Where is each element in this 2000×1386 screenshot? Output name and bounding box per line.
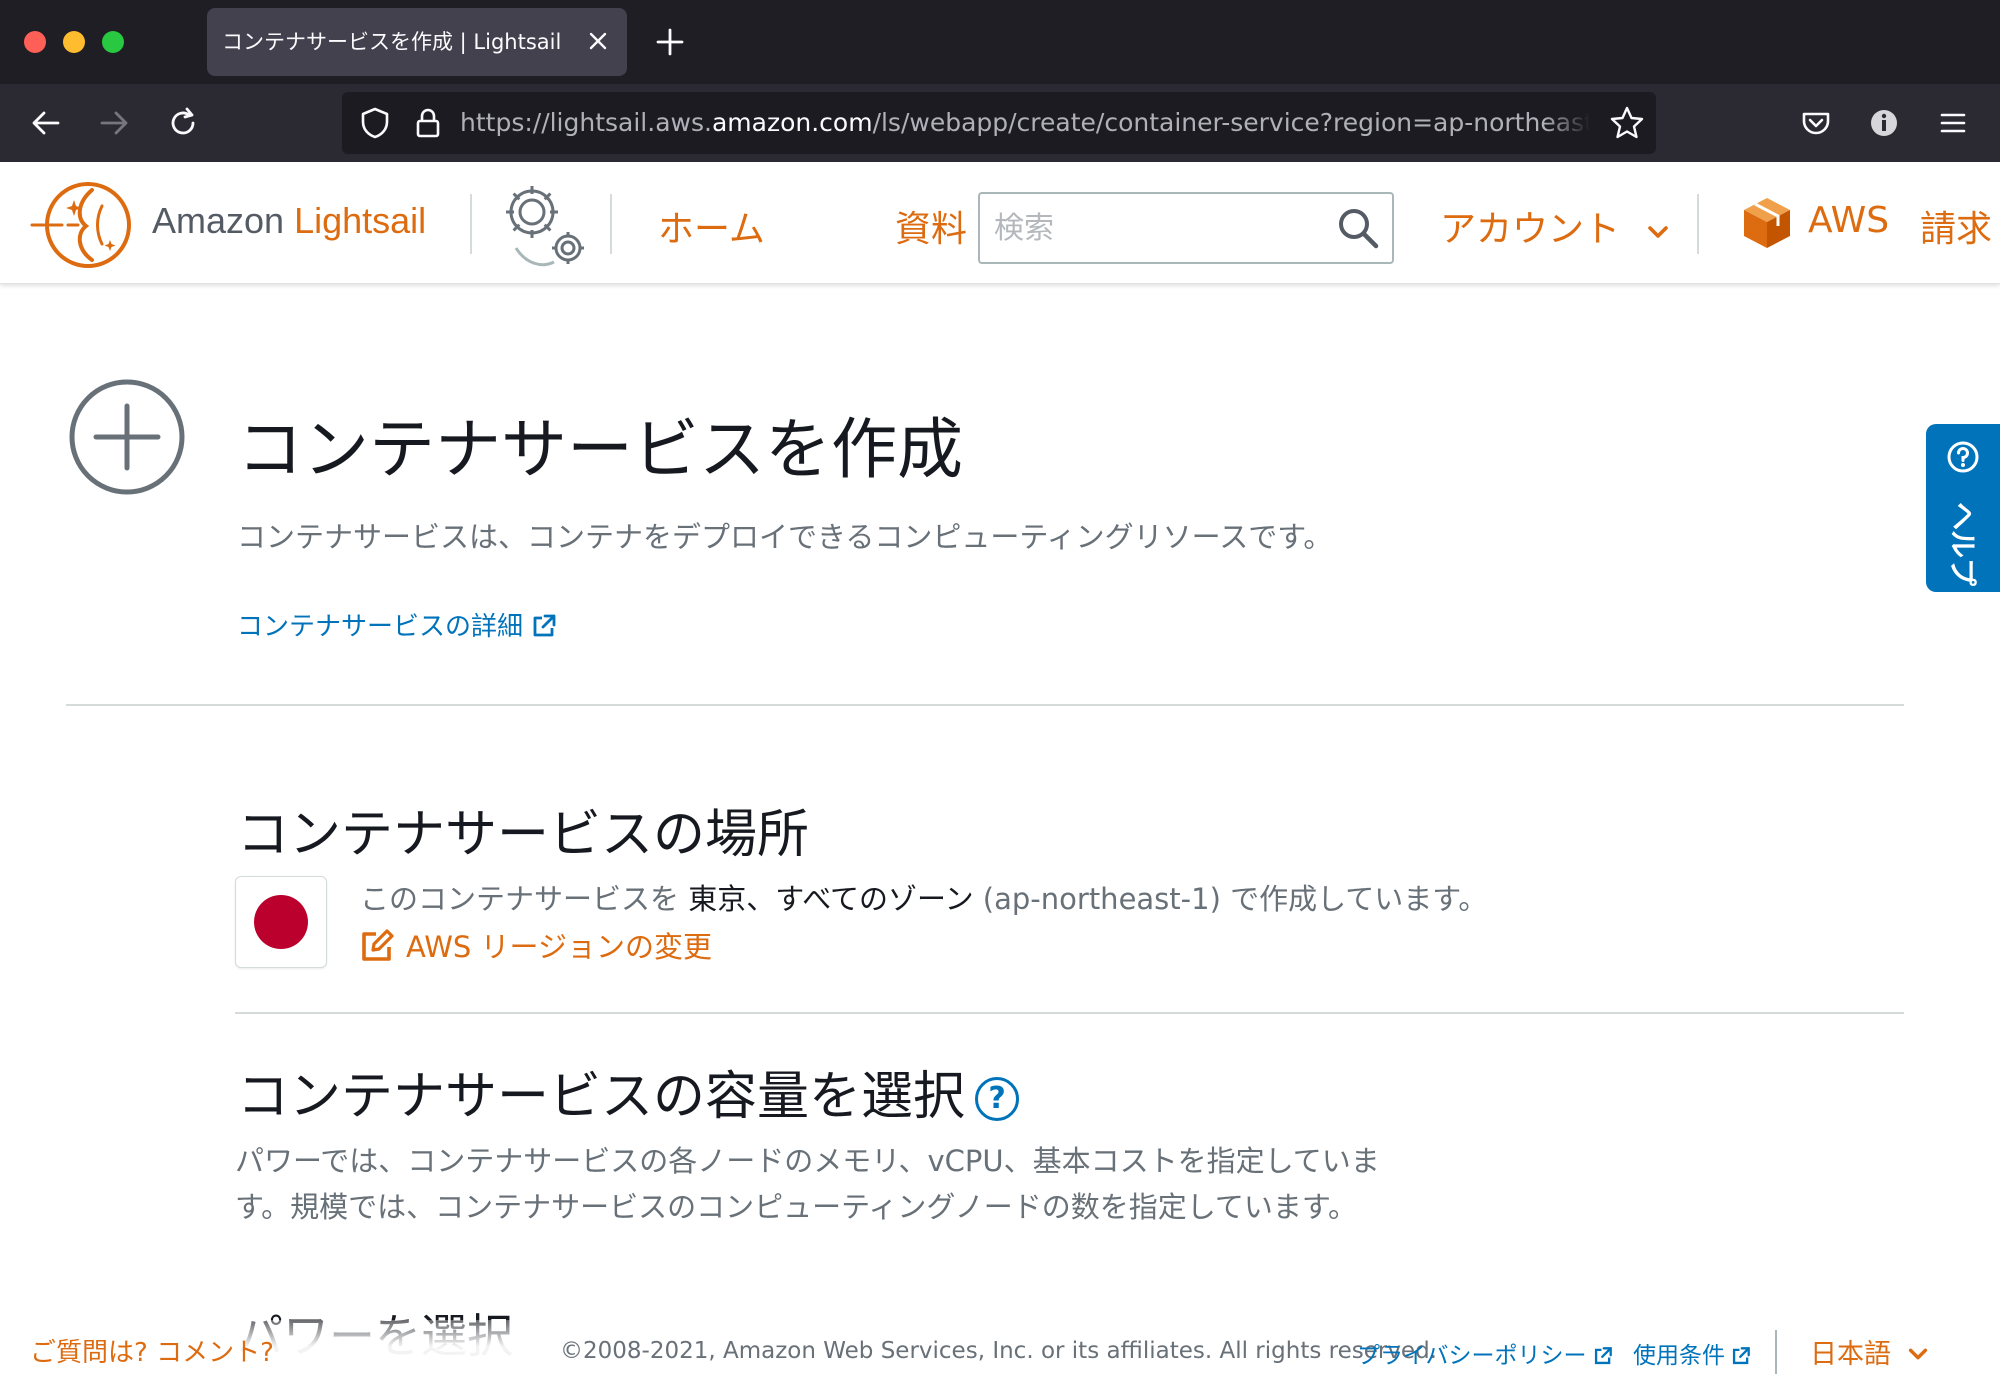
aws-console-link[interactable]: AWS bbox=[1808, 200, 1889, 241]
minimize-window-button[interactable] bbox=[63, 31, 85, 53]
location-text: このコンテナサービスを 東京、すべてのゾーン (ap-northeast-1) … bbox=[360, 882, 1488, 916]
language-label: 日本語 bbox=[1810, 1339, 1891, 1370]
search-input[interactable] bbox=[994, 206, 1314, 250]
footer-divider bbox=[1775, 1330, 1777, 1374]
capacity-section-title: コンテナサービスの容量を選択? bbox=[237, 1054, 1020, 1129]
external-link-icon bbox=[533, 614, 556, 637]
capacity-description: パワーでは、コンテナサービスの各ノードのメモリ、vCPU、基本コストを指定してい… bbox=[235, 1144, 1380, 1224]
nav-docs-link[interactable]: 資料 bbox=[895, 200, 967, 252]
extension-info-icon[interactable] bbox=[1866, 105, 1902, 141]
pocket-icon[interactable] bbox=[1798, 105, 1834, 141]
location-section-title: コンテナサービスの場所 bbox=[237, 805, 810, 865]
browser-nav-bar: https://lightsail.aws.amazon.com/ls/weba… bbox=[0, 84, 2000, 162]
lock-icon[interactable] bbox=[410, 105, 446, 141]
browser-window: コンテナサービスを作成 | Lightsail https://lightsai… bbox=[0, 0, 2000, 1386]
new-tab-icon[interactable] bbox=[652, 24, 688, 60]
external-link-icon bbox=[1594, 1347, 1612, 1365]
close-window-button[interactable] bbox=[24, 31, 46, 53]
help-panel-tab[interactable]: ヘルプ bbox=[1926, 424, 2000, 592]
nav-billing-link[interactable]: 請求 bbox=[1920, 200, 1992, 252]
section-divider bbox=[235, 1012, 1904, 1014]
header-divider bbox=[1697, 194, 1699, 254]
terms-of-use-link[interactable]: 使用条件 bbox=[1633, 1336, 1751, 1370]
edit-icon bbox=[362, 929, 394, 961]
tab-title: コンテナサービスを作成 | Lightsail bbox=[222, 30, 562, 54]
page-footer: ご質問は? コメント? ©2008-2021, Amazon Web Servi… bbox=[0, 1320, 2000, 1386]
capacity-help-icon[interactable]: ? bbox=[975, 1077, 1020, 1121]
help-circle-icon bbox=[1947, 441, 1979, 473]
section-divider bbox=[66, 704, 1904, 706]
browser-tab-bar: コンテナサービスを作成 | Lightsail bbox=[0, 0, 2000, 84]
aws-cube-icon[interactable] bbox=[1742, 196, 1792, 250]
tab-close-icon[interactable] bbox=[583, 26, 613, 56]
search-box[interactable] bbox=[978, 192, 1394, 264]
browser-tab-active[interactable]: コンテナサービスを作成 | Lightsail bbox=[207, 8, 627, 76]
capacity-title-text: コンテナサービスの容量を選択 bbox=[237, 1067, 966, 1127]
search-icon[interactable] bbox=[1336, 206, 1380, 250]
container-service-details-link[interactable]: コンテナサービスの詳細 bbox=[237, 606, 557, 643]
brand-name[interactable]: Amazon Lightsail bbox=[152, 200, 426, 242]
change-region-label: AWS リージョンの変更 bbox=[406, 930, 712, 964]
terms-label: 使用条件 bbox=[1633, 1343, 1725, 1369]
privacy-label: プライバシーポリシー bbox=[1357, 1343, 1587, 1369]
lightsail-logo-icon[interactable] bbox=[30, 180, 134, 270]
privacy-policy-link[interactable]: プライバシーポリシー bbox=[1357, 1336, 1613, 1370]
feedback-link[interactable]: ご質問は? コメント? bbox=[30, 1332, 274, 1369]
lightsail-header: Amazon Lightsail ホーム 資料 アカウント bbox=[0, 162, 2000, 284]
external-link-icon bbox=[1732, 1347, 1750, 1365]
account-label: アカウント bbox=[1440, 209, 1621, 250]
header-divider bbox=[470, 194, 472, 254]
region-flag bbox=[235, 876, 327, 968]
settings-gears-icon[interactable] bbox=[496, 178, 592, 274]
chevron-down-icon bbox=[1648, 226, 1669, 238]
url-bar[interactable]: https://lightsail.aws.amazon.com/ls/weba… bbox=[342, 92, 1656, 154]
language-selector[interactable]: 日本語 bbox=[1810, 1332, 1930, 1371]
help-tab-label: ヘルプ bbox=[1946, 501, 1979, 587]
details-link-label: コンテナサービスの詳細 bbox=[237, 612, 524, 642]
header-divider bbox=[610, 194, 612, 254]
reload-icon[interactable] bbox=[165, 105, 201, 141]
menu-icon[interactable] bbox=[1935, 105, 1971, 141]
back-arrow-icon[interactable] bbox=[28, 105, 64, 141]
nav-home-link[interactable]: ホーム bbox=[658, 200, 765, 252]
tracking-shield-icon[interactable] bbox=[357, 105, 393, 141]
page-title: コンテナサービスを作成 bbox=[237, 411, 963, 488]
add-circle-icon bbox=[69, 379, 185, 495]
forward-arrow-icon[interactable] bbox=[96, 105, 132, 141]
copyright-text: ©2008-2021, Amazon Web Services, Inc. or… bbox=[560, 1338, 1437, 1364]
account-menu[interactable]: アカウント bbox=[1440, 200, 1671, 252]
page-description: コンテナサービスは、コンテナをデプロイできるコンピューティングリソースです。 bbox=[237, 520, 1333, 554]
change-region-link[interactable]: AWS リージョンの変更 bbox=[360, 924, 712, 966]
bookmark-star-icon[interactable] bbox=[1608, 104, 1646, 142]
zoom-window-button[interactable] bbox=[102, 31, 124, 53]
url-text[interactable]: https://lightsail.aws.amazon.com/ls/weba… bbox=[460, 92, 1590, 154]
japan-flag-icon bbox=[254, 895, 308, 949]
chevron-down-icon bbox=[1908, 1348, 1927, 1360]
